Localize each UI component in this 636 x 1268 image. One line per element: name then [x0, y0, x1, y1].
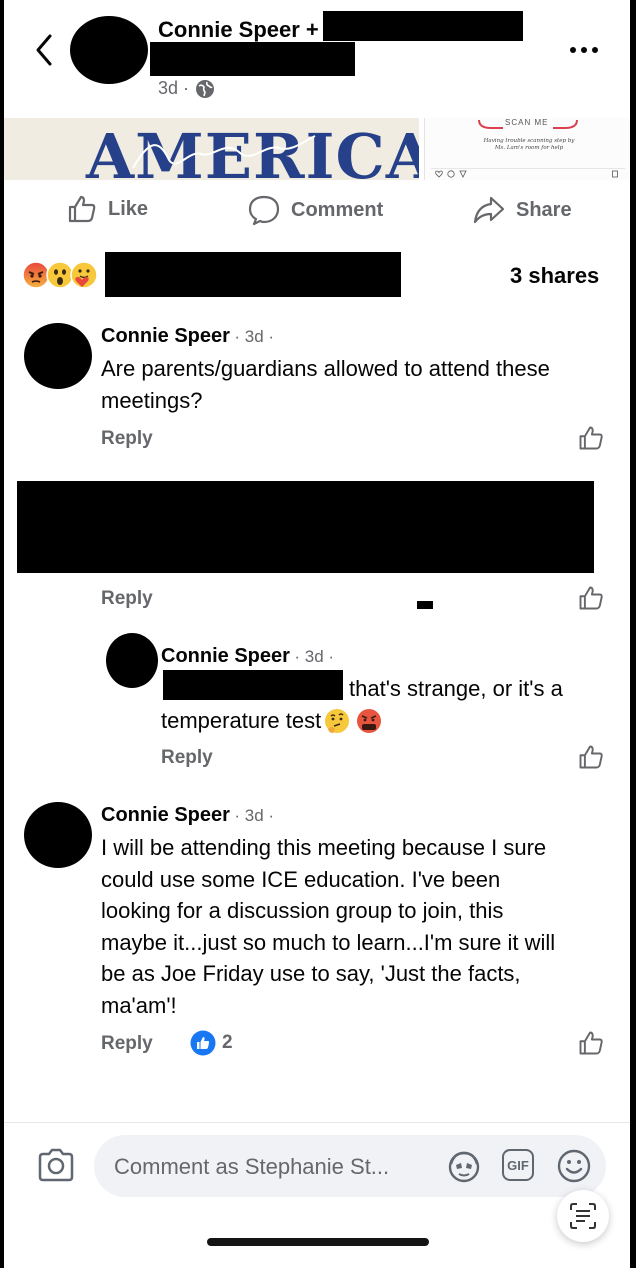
like-reaction-icon — [190, 1030, 216, 1056]
comment-text-line: looking for a discussion group to join, … — [101, 898, 504, 923]
gif-button[interactable]: GIF — [502, 1149, 534, 1181]
reply-text-line: that's strange, or it's a — [349, 676, 563, 701]
text-scan-icon — [570, 1203, 596, 1229]
reply-button[interactable]: Reply — [101, 1033, 153, 1055]
care-reaction-icon — [70, 261, 98, 289]
share-label: Share — [516, 198, 572, 221]
comment-avatar[interactable] — [24, 802, 92, 868]
comment-text-line: Are parents/guardians allowed to attend … — [101, 356, 550, 381]
comment-text-line: maybe it...just so much to learn...I'm s… — [101, 929, 556, 955]
post-time: 3d · — [158, 78, 190, 98]
like-button[interactable]: Like — [66, 193, 148, 225]
mini-heart-icon — [435, 170, 443, 178]
comment-author[interactable]: Connie Speer — [101, 325, 230, 347]
back-arrow-icon — [36, 34, 52, 66]
composer-divider — [4, 1122, 630, 1123]
live-text-button[interactable] — [557, 1190, 609, 1242]
screen: Connie Speer + 3d · AMERICA SCAN ME Havi… — [4, 0, 630, 1268]
thumbs-up-icon — [66, 193, 98, 225]
redaction-mark — [417, 601, 433, 609]
comment-text-line: meetings? — [101, 387, 203, 413]
thumbs-up-icon — [579, 1031, 603, 1055]
comment-avatar[interactable] — [24, 323, 92, 389]
redacted-tagged-names — [323, 11, 523, 41]
redacted-group-name — [150, 42, 355, 76]
avatar-sticker-button[interactable] — [446, 1148, 482, 1189]
comment-time: · 3d · — [234, 806, 275, 825]
back-button[interactable] — [28, 30, 64, 70]
share-arrow-icon — [472, 193, 506, 227]
emoji-button[interactable] — [556, 1148, 592, 1189]
comment-label: Comment — [291, 198, 384, 221]
emoji-icon — [557, 1149, 591, 1183]
reply-author[interactable]: Connie Speer — [161, 645, 290, 667]
thumbs-up-icon — [579, 586, 603, 610]
dot-icon — [581, 47, 587, 53]
comment-reaction-count[interactable]: 2 — [190, 1030, 233, 1056]
comment-like-button[interactable] — [577, 1029, 605, 1062]
camera-button[interactable] — [36, 1147, 76, 1188]
comment-button[interactable]: Comment — [247, 193, 383, 227]
globe-icon — [196, 79, 215, 98]
post-image-left[interactable]: AMERICA — [4, 118, 419, 180]
reply-time: · 3d · — [294, 647, 335, 666]
scan-caption: Having trouble scanning step by Ms. Lam'… — [483, 138, 575, 151]
comment-text-line: be as Joe Friday use to say, 'Just the f… — [101, 961, 521, 986]
comment-input[interactable]: Comment as Stephanie St... GIF — [94, 1135, 606, 1197]
comment-like-button[interactable] — [577, 743, 605, 776]
dot-icon — [592, 47, 598, 53]
avatar-sticker-icon — [448, 1151, 480, 1183]
thumbs-up-icon — [579, 426, 603, 450]
more-options-button[interactable] — [570, 38, 606, 62]
preview-mini-icons — [431, 168, 625, 179]
dot-icon — [570, 47, 576, 53]
thinking-emoji-icon — [325, 708, 350, 733]
comment-time: · 3d · — [234, 327, 275, 346]
reaction-icons[interactable] — [22, 261, 106, 289]
comment-header: Connie Speer · 3d · — [101, 804, 274, 827]
redacted-mention — [163, 670, 343, 700]
thumbs-up-icon — [579, 745, 603, 769]
comment-text: I will be attending this meeting because… — [101, 832, 555, 1021]
cursing-emoji-icon — [357, 708, 382, 733]
comment-bubble-icon — [247, 193, 281, 227]
comment-like-button[interactable] — [577, 424, 605, 457]
home-indicator[interactable] — [207, 1238, 429, 1246]
reply-button[interactable]: Reply — [101, 428, 153, 450]
comment-author[interactable]: Connie Speer — [101, 804, 230, 826]
reaction-count: 2 — [222, 1032, 233, 1053]
post-image-right[interactable]: SCAN ME Having trouble scanning step by … — [424, 118, 630, 180]
share-button[interactable]: Share — [472, 193, 572, 227]
comment-like-button[interactable] — [577, 584, 605, 617]
post-author-name[interactable]: Connie Speer + — [158, 17, 319, 43]
script-overlay-icon — [132, 135, 316, 169]
redacted-reactor-names — [105, 252, 401, 297]
reply-text-line2: temperature test — [161, 705, 383, 737]
shares-count[interactable]: 3 shares — [510, 263, 599, 289]
like-label: Like — [108, 197, 149, 220]
reply-header: Connie Speer · 3d · — [161, 645, 334, 668]
scan-me-label: SCAN ME — [505, 118, 549, 127]
reply-text: temperature test — [161, 708, 322, 733]
gif-label: GIF — [507, 1157, 529, 1173]
post-meta: 3d · — [158, 78, 215, 99]
mini-send-icon — [459, 170, 467, 178]
reply-avatar[interactable] — [106, 633, 158, 688]
comment-header: Connie Speer · 3d · — [101, 325, 274, 348]
redacted-comment — [17, 481, 594, 573]
reply-button[interactable]: Reply — [101, 588, 153, 610]
camera-icon — [38, 1148, 74, 1182]
comment-text-line: I will be attending this meeting because… — [101, 835, 547, 860]
comment-text-line: ma'am'! — [101, 992, 177, 1018]
reply-button[interactable]: Reply — [161, 747, 213, 769]
comment-text-line: could use some ICE education. I've been — [101, 866, 501, 892]
mini-bookmark-icon — [612, 170, 618, 178]
comment-input-placeholder: Comment as Stephanie St... — [114, 1154, 390, 1179]
author-avatar[interactable] — [70, 16, 148, 84]
comment-text: Are parents/guardians allowed to attend … — [101, 353, 550, 416]
mini-comment-icon — [447, 170, 455, 178]
